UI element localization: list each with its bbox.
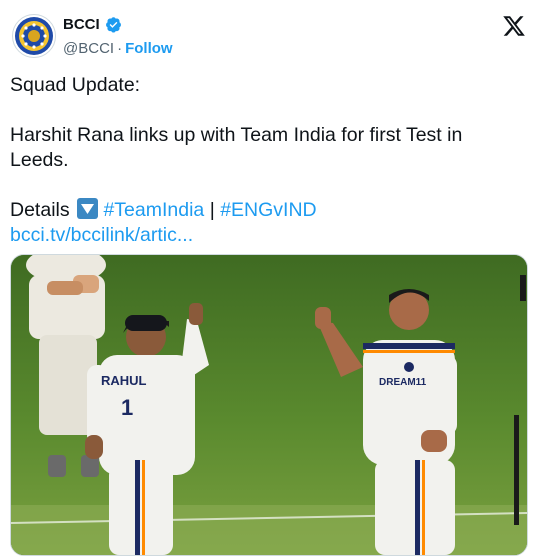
details-label: Details bbox=[10, 199, 70, 221]
verified-badge-icon bbox=[105, 17, 121, 33]
pipe-separator: | bbox=[209, 199, 215, 221]
tweet-line-squad-update: Squad Update: bbox=[10, 74, 141, 96]
bcci-logo-icon bbox=[15, 17, 53, 55]
account-handle[interactable]: @BCCI bbox=[63, 40, 114, 57]
hashtag-teamindia[interactable]: #TeamIndia bbox=[103, 199, 204, 221]
follow-button[interactable]: Follow bbox=[125, 40, 173, 57]
x-logo-icon[interactable] bbox=[502, 14, 526, 38]
tweet-card: BCCI @BCCI · Follow Squad Update: Harshit … bbox=[0, 0, 540, 556]
tweet-text: Squad Update: Harshit Rana links up with… bbox=[10, 73, 515, 248]
handle-row: @BCCI · Follow bbox=[63, 40, 173, 57]
cricket-celebration-photo: RAHUL 1 DREAM11 bbox=[11, 255, 527, 555]
tweet-details-line: Details #TeamIndia | #ENGvIND bbox=[10, 198, 515, 223]
tweet-line-harshit-rana: Harshit Rana links up with Team India fo… bbox=[10, 124, 463, 171]
bcci-avatar[interactable] bbox=[12, 14, 56, 58]
down-arrow-button-emoji bbox=[77, 198, 99, 219]
jersey-name-rahul: RAHUL bbox=[101, 373, 147, 388]
tweet-photo[interactable]: RAHUL 1 DREAM11 bbox=[10, 254, 528, 556]
account-name-row: BCCI bbox=[63, 16, 122, 33]
hashtag-engvind[interactable]: #ENGvIND bbox=[220, 199, 316, 221]
separator-dot: · bbox=[117, 40, 123, 57]
jersey-sponsor-text: DREAM11 bbox=[379, 377, 427, 388]
jersey-number-rahul: 1 bbox=[121, 395, 133, 420]
account-name[interactable]: BCCI bbox=[63, 16, 100, 33]
article-link[interactable]: bcci.tv/bccilink/artic... bbox=[10, 224, 193, 246]
